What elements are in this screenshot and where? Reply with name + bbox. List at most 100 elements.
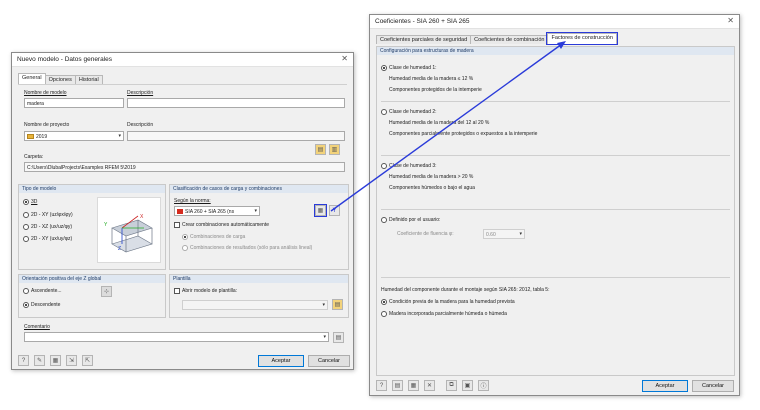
load-combinations-label: Combinaciones de carga (190, 234, 246, 240)
close-icon[interactable]: ✕ (341, 54, 348, 63)
dialog-title: Coeficientes - SIA 260 + SIA 265 (375, 18, 470, 25)
user-defined-label: Definido por el usuario: (389, 217, 441, 223)
description-input[interactable] (127, 98, 345, 108)
moisture-class-3-title: Clase de humedad 3: (389, 163, 437, 169)
project-select[interactable]: 2019 ▾ (24, 131, 124, 141)
creep-coefficient-label: Coeficiente de fluencia φ: (397, 231, 454, 237)
close-icon[interactable]: ✕ (727, 16, 734, 25)
open-template-checkbox[interactable] (174, 288, 180, 294)
copy-button[interactable]: ⧉ (446, 380, 457, 391)
moisture-class-1-title: Clase de humedad 1: (389, 65, 437, 71)
folder-icon: ▤ (334, 302, 341, 308)
units-button[interactable]: ▦ (50, 355, 61, 366)
template-select[interactable]: ▾ (182, 300, 328, 310)
folder-icon (27, 133, 34, 139)
moisture-class-3-line2: Componentes húmedos o bajo el agua (389, 185, 475, 191)
tab-general[interactable]: General (18, 73, 46, 84)
project-description-label: Descripción (127, 122, 154, 128)
moisture-class-1-line2: Componentes protegidos de la intemperie (389, 87, 482, 93)
radio-2d-xy[interactable] (23, 212, 29, 218)
norm-select[interactable]: SIA 260 + SIA 265 (ns ▾ (174, 206, 260, 216)
dialog-title: Nuevo modelo - Datos generales (17, 56, 113, 63)
moisture-class-3-line1: Humedad media de la madera > 20 % (389, 174, 474, 180)
swiss-flag-icon (177, 208, 183, 214)
norm-settings-button[interactable]: ▦ (314, 204, 327, 217)
radio-ascending[interactable] (23, 288, 29, 294)
radio-descending[interactable] (23, 302, 29, 308)
radio-3d-label: 3D (31, 199, 38, 205)
save-button[interactable]: ▤ (392, 380, 403, 391)
template-header: Plantilla (170, 275, 348, 283)
help-button[interactable]: ? (376, 380, 387, 391)
project-new-button[interactable]: ▥ (329, 144, 340, 155)
paste-icon: ▣ (464, 383, 471, 389)
radio-2d-xz[interactable] (23, 224, 29, 230)
comment-button[interactable]: ▤ (333, 332, 344, 343)
project-description-input (127, 131, 345, 141)
tab-history[interactable]: Historial (74, 75, 103, 84)
ok-button[interactable]: Aceptar (258, 355, 304, 367)
filter-icon: Y (332, 207, 337, 214)
ascending-info-button[interactable]: ⊹ (101, 286, 112, 297)
info-button[interactable]: ⓘ (478, 380, 489, 391)
table-icon: ▦ (410, 383, 417, 389)
chevron-down-icon: ▾ (323, 333, 326, 340)
auto-combination-checkbox[interactable] (174, 222, 180, 228)
radio-moisture-class-3[interactable] (381, 163, 387, 169)
open-template-label: Abrir modelo de plantilla: (182, 288, 238, 294)
radio-moisture-class-2[interactable] (381, 109, 387, 115)
paste-button[interactable]: ▣ (462, 380, 473, 391)
radio-result-combinations[interactable] (182, 245, 188, 251)
norm-filter-button[interactable]: Y (329, 205, 340, 216)
pencil-icon: ✎ (36, 358, 43, 364)
radio-2d-xy-planar[interactable] (23, 236, 29, 242)
template-browse-button[interactable]: ▤ (332, 299, 343, 310)
coefficients-dialog: Coeficientes - SIA 260 + SIA 265 ✕ Coefi… (369, 14, 740, 396)
radio-assembly-option-2[interactable] (381, 311, 387, 317)
model-name-input[interactable]: madera (24, 98, 124, 108)
comment-label: Comentario (24, 324, 50, 330)
help-icon: ? (379, 382, 384, 389)
axis-icon: ⊹ (103, 289, 110, 295)
z-orientation-header: Orientación positiva del eje Z global (19, 275, 165, 283)
svg-text:Y: Y (104, 222, 108, 228)
export-button[interactable]: ⇱ (82, 355, 93, 366)
radio-2d-xy-planar-label: 2D - XY (ux/uy/φz) (31, 236, 73, 242)
norm-label: Según la norma: (174, 198, 211, 204)
radio-assembly-option-1[interactable] (381, 299, 387, 305)
template-section: Plantilla Abrir modelo de plantilla: ▾ ▤ (169, 274, 349, 318)
ok-button[interactable]: Aceptar (642, 380, 688, 392)
model-name-label: Nombre de modelo (24, 90, 67, 96)
comment-input[interactable]: ▾ (24, 332, 329, 342)
edit-table-button[interactable]: ▦ (408, 380, 419, 391)
assembly-moisture-title: Humedad del componente durante el montaj… (381, 287, 550, 293)
timber-settings-panel: Configuración para estructuras de madera… (376, 46, 735, 376)
new-model-dialog: Nuevo modelo - Datos generales ✕ General… (11, 52, 354, 370)
radio-3d[interactable] (23, 199, 29, 205)
edit-coefficients-icon: ▦ (317, 208, 324, 214)
import-button[interactable]: ⇲ (66, 355, 77, 366)
cancel-button[interactable]: Cancelar (308, 355, 350, 367)
project-name-label: Nombre de proyecto (24, 122, 70, 128)
description-label: Descripción (127, 90, 154, 96)
radio-moisture-class-1[interactable] (381, 65, 387, 71)
project-browse-button[interactable]: ▤ (315, 144, 326, 155)
edit-button[interactable]: ✎ (34, 355, 45, 366)
tab-combination-factors[interactable]: Coeficientes de combinación (470, 35, 549, 44)
timber-settings-header: Configuración para estructuras de madera (377, 47, 734, 55)
tab-safety-factors[interactable]: Coeficientes parciales de seguridad (376, 35, 472, 44)
radio-ascending-label: Ascendente... (31, 288, 62, 294)
model-type-header: Tipo de modelo (19, 185, 165, 193)
moisture-class-2-line2: Componentes parcialmente protegidos o ex… (389, 131, 538, 137)
creep-coefficient-select[interactable]: 0.60 ▾ (483, 229, 525, 239)
radio-user-defined[interactable] (381, 217, 387, 223)
help-button[interactable]: ? (18, 355, 29, 366)
tab-options[interactable]: Opciones (44, 75, 76, 84)
cancel-button[interactable]: Cancelar (692, 380, 734, 392)
tab-construction-factors[interactable]: Factores de construcción (546, 32, 618, 45)
radio-load-combinations[interactable] (182, 234, 188, 240)
save-icon: ▤ (394, 383, 401, 389)
moisture-class-2-line1: Humedad media de la madera del 12 al 20 … (389, 120, 490, 126)
delete-button[interactable]: ✕ (424, 380, 435, 391)
title-bar: Coeficientes - SIA 260 + SIA 265 ✕ (370, 15, 739, 29)
